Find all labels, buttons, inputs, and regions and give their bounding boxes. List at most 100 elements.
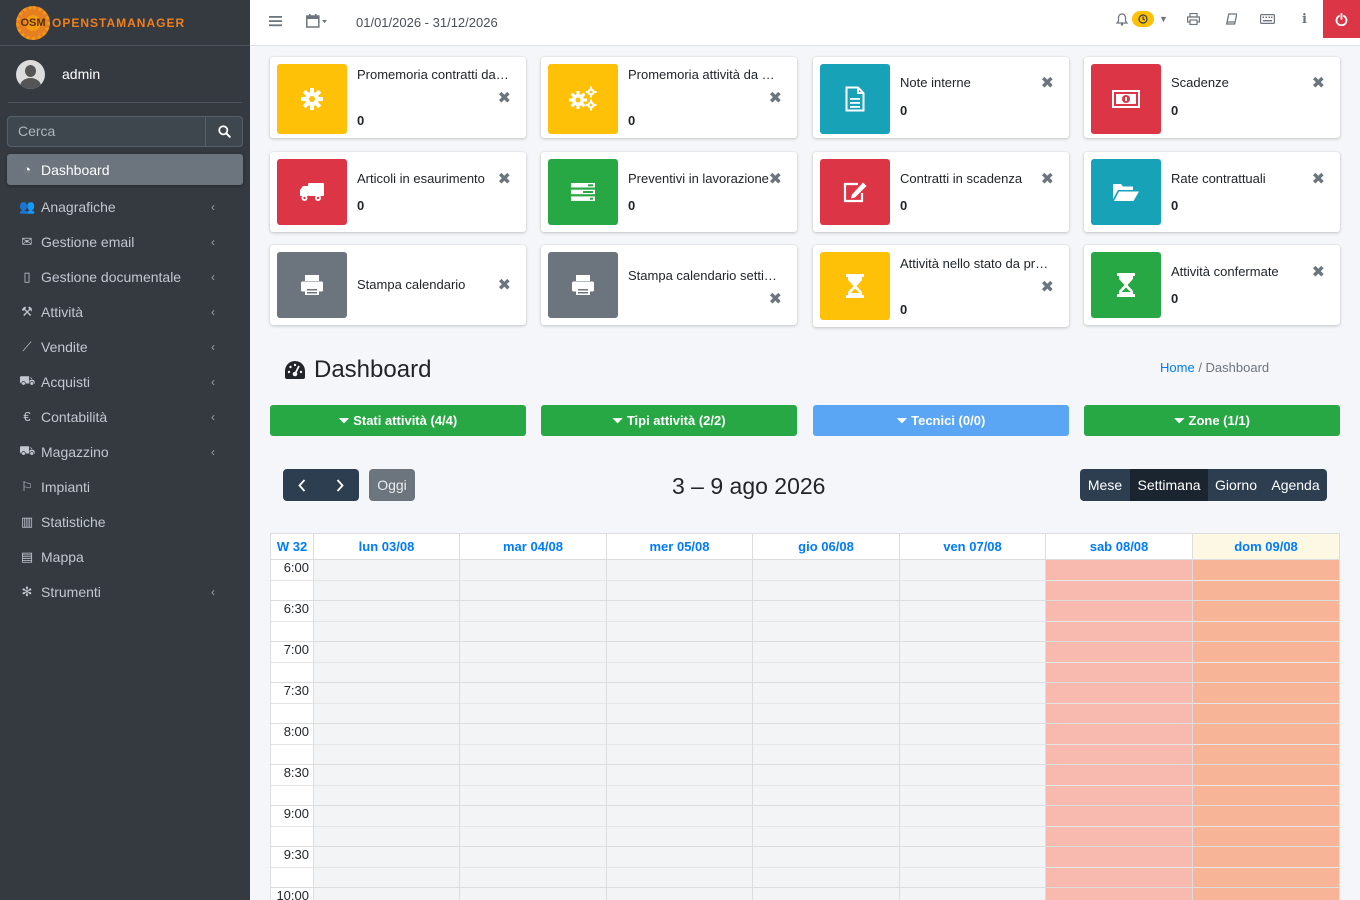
close-icon[interactable]: ✖ bbox=[1041, 73, 1054, 93]
calendar-slot[interactable] bbox=[607, 888, 752, 900]
calendar-slot[interactable] bbox=[314, 724, 459, 745]
calendar-slot[interactable] bbox=[607, 786, 752, 806]
calendar-slot[interactable] bbox=[314, 663, 459, 683]
calendar-slot[interactable] bbox=[900, 765, 1045, 786]
calendar-slot[interactable] bbox=[753, 847, 899, 868]
widget-articoli-esaurimento[interactable]: Articoli in esaurimento 0 ✖ bbox=[270, 152, 526, 232]
close-icon[interactable]: ✖ bbox=[1312, 73, 1325, 93]
calendar-slot[interactable] bbox=[314, 888, 459, 900]
calendar-slot[interactable] bbox=[460, 847, 606, 868]
calendar-slot[interactable] bbox=[753, 642, 899, 663]
day-column-saturday[interactable] bbox=[1046, 560, 1193, 900]
day-column[interactable] bbox=[460, 560, 607, 900]
calendar-slot[interactable] bbox=[314, 704, 459, 724]
calendar-slot[interactable] bbox=[460, 786, 606, 806]
day-header[interactable]: ven 07/08 bbox=[900, 534, 1046, 559]
calendar-slot[interactable] bbox=[1193, 663, 1339, 683]
calendar-slot[interactable] bbox=[1046, 806, 1192, 827]
calendar-slot[interactable] bbox=[1046, 745, 1192, 765]
close-icon[interactable]: ✖ bbox=[498, 275, 511, 295]
calendar-slot[interactable] bbox=[753, 786, 899, 806]
keyboard-button[interactable] bbox=[1249, 0, 1286, 38]
calendar-slot[interactable] bbox=[1193, 724, 1339, 745]
calendar-slot[interactable] bbox=[1193, 847, 1339, 868]
calendar-slot[interactable] bbox=[753, 806, 899, 827]
calendar-slot[interactable] bbox=[607, 704, 752, 724]
calendar-slot[interactable] bbox=[460, 888, 606, 900]
sidebar-item-magazzino[interactable]: ⛟ Magazzino ‹ bbox=[7, 434, 243, 469]
sidebar-item-statistiche[interactable]: ▥ Statistiche bbox=[7, 504, 243, 539]
day-header[interactable]: gio 06/08 bbox=[753, 534, 900, 559]
filter-tipi-attivita-button[interactable]: ⏷ Tipi attività (2/2) bbox=[541, 405, 797, 436]
user-name[interactable]: admin bbox=[62, 66, 100, 82]
search-input[interactable]: Cerca bbox=[7, 116, 205, 147]
calendar-slot[interactable] bbox=[314, 560, 459, 581]
book-button[interactable] bbox=[1212, 0, 1249, 38]
day-column[interactable] bbox=[753, 560, 900, 900]
brand-logo[interactable]: OSM OpenSTAManager bbox=[0, 0, 250, 46]
calendar-slot[interactable] bbox=[607, 642, 752, 663]
sidebar-item-strumenti[interactable]: ✻ Strumenti ‹ bbox=[7, 574, 243, 609]
calendar-slot[interactable] bbox=[900, 601, 1045, 622]
calendar-slot[interactable] bbox=[460, 745, 606, 765]
day-header[interactable]: mar 04/08 bbox=[460, 534, 607, 559]
calendar-slot[interactable] bbox=[1046, 704, 1192, 724]
sidebar-item-impianti[interactable]: ⚐ Impianti bbox=[7, 469, 243, 504]
widget-stampa-calendario-settimanale[interactable]: Stampa calendario settimanale ✖ bbox=[541, 245, 797, 325]
close-icon[interactable]: ✖ bbox=[1312, 169, 1325, 189]
calendar-slot[interactable] bbox=[460, 827, 606, 847]
widget-promemoria-attivita[interactable]: Promemoria attività da pianificare 0 ✖ bbox=[541, 57, 797, 138]
calendar-slot[interactable] bbox=[1046, 765, 1192, 786]
calendar-slot[interactable] bbox=[314, 786, 459, 806]
day-column[interactable] bbox=[607, 560, 753, 900]
calendar-slot[interactable] bbox=[900, 847, 1045, 868]
calendar-slot[interactable] bbox=[607, 765, 752, 786]
day-header[interactable]: lun 03/08 bbox=[314, 534, 460, 559]
calendar-slot[interactable] bbox=[1193, 868, 1339, 888]
calendar-slot[interactable] bbox=[1046, 847, 1192, 868]
sidebar-item-mappa[interactable]: ▤ Mappa bbox=[7, 539, 243, 574]
filter-stati-attivita-button[interactable]: ⏷ Stati attività (4/4) bbox=[270, 405, 526, 436]
close-icon[interactable]: ✖ bbox=[498, 169, 511, 189]
calendar-slot[interactable] bbox=[900, 888, 1045, 900]
user-panel[interactable]: admin bbox=[8, 46, 242, 103]
calendar-slot[interactable] bbox=[460, 868, 606, 888]
calendar-slot[interactable] bbox=[314, 642, 459, 663]
calendar-slot[interactable] bbox=[460, 642, 606, 663]
calendar-slot[interactable] bbox=[1193, 560, 1339, 581]
logout-button[interactable] bbox=[1323, 0, 1360, 38]
calendar-slot[interactable] bbox=[607, 745, 752, 765]
calendar-slot[interactable] bbox=[460, 806, 606, 827]
view-agenda-button[interactable]: Agenda bbox=[1264, 469, 1327, 501]
calendar-slot[interactable] bbox=[753, 601, 899, 622]
widget-promemoria-contratti[interactable]: Promemoria contratti da pianificare 0 ✖ bbox=[270, 57, 526, 138]
calendar-slot[interactable] bbox=[1046, 888, 1192, 900]
close-icon[interactable]: ✖ bbox=[498, 88, 511, 108]
calendar-slot[interactable] bbox=[753, 581, 899, 601]
widget-preventivi-lavorazione[interactable]: Preventivi in lavorazione 0 ✖ bbox=[541, 152, 797, 232]
calendar-slot[interactable] bbox=[607, 581, 752, 601]
calendar-slot[interactable] bbox=[1193, 683, 1339, 704]
calendar-slot[interactable] bbox=[460, 581, 606, 601]
calendar-slot[interactable] bbox=[607, 724, 752, 745]
calendar-slot[interactable] bbox=[1193, 806, 1339, 827]
calendar-slot[interactable] bbox=[1193, 827, 1339, 847]
period-calendar-button[interactable] bbox=[306, 14, 328, 32]
calendar-slot[interactable] bbox=[900, 745, 1045, 765]
calendar-slot[interactable] bbox=[314, 683, 459, 704]
day-column[interactable] bbox=[314, 560, 460, 900]
calendar-slot[interactable] bbox=[1046, 827, 1192, 847]
search-button[interactable] bbox=[205, 116, 243, 147]
calendar-slot[interactable] bbox=[753, 622, 899, 642]
calendar-slot[interactable] bbox=[314, 581, 459, 601]
calendar-slot[interactable] bbox=[607, 827, 752, 847]
calendar-slot[interactable] bbox=[753, 868, 899, 888]
calendar-slot[interactable] bbox=[900, 622, 1045, 642]
calendar-slot[interactable] bbox=[900, 806, 1045, 827]
calendar-slot[interactable] bbox=[607, 601, 752, 622]
print-button[interactable] bbox=[1175, 0, 1212, 38]
calendar-slot[interactable] bbox=[900, 581, 1045, 601]
day-header-today[interactable]: dom 09/08 bbox=[1193, 534, 1340, 559]
calendar-slot[interactable] bbox=[607, 622, 752, 642]
close-icon[interactable]: ✖ bbox=[1041, 169, 1054, 189]
